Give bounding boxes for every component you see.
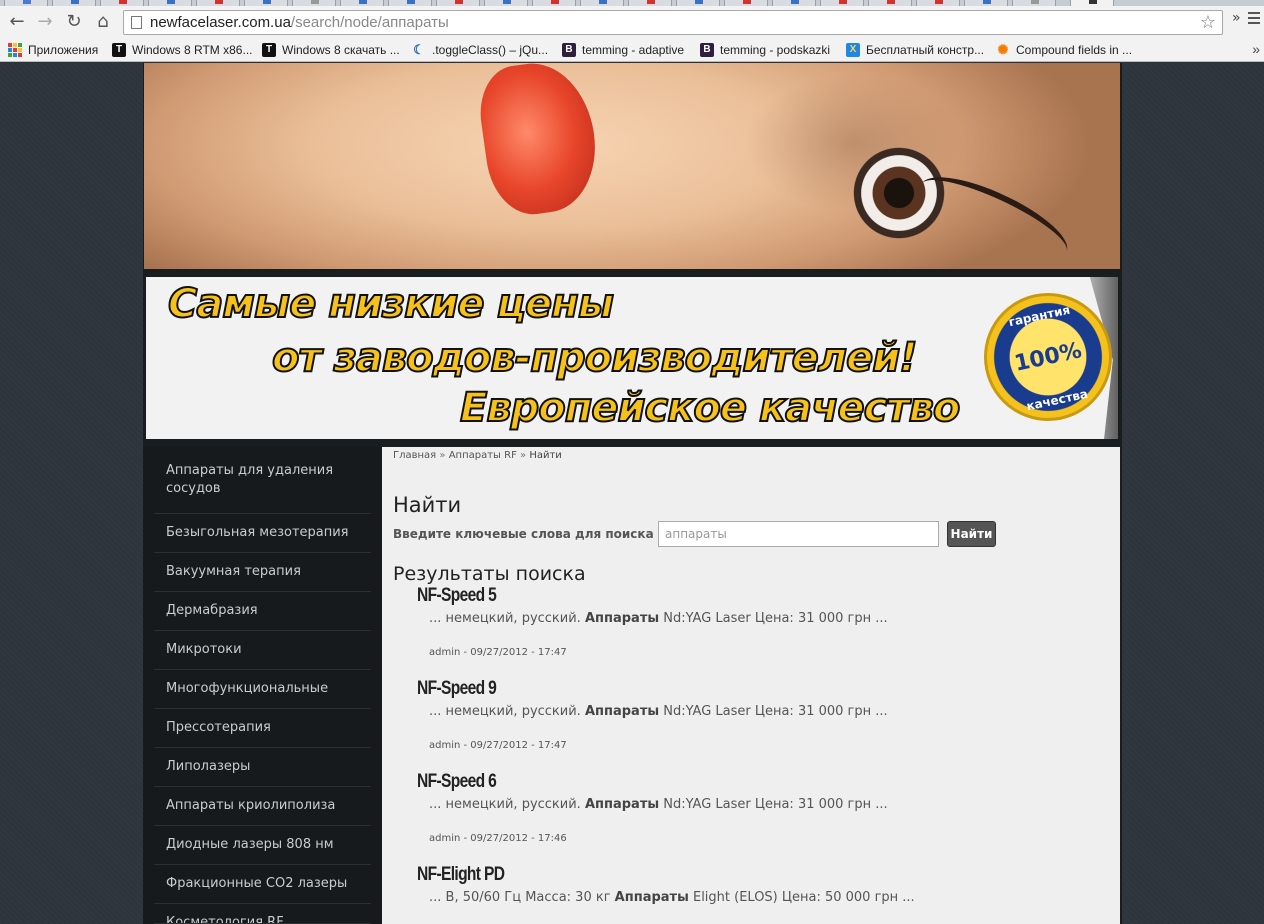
menu-icon[interactable] — [1248, 12, 1260, 27]
results-title: Результаты поиска — [393, 563, 586, 585]
sidebar-nav: Аппараты для удаления сосудов Безыгольна… — [143, 447, 382, 924]
b-logo-icon: B — [700, 43, 714, 57]
extensions-overflow[interactable]: » — [1232, 10, 1241, 26]
back-arrow-icon[interactable]: ← — [5, 10, 29, 34]
url-text[interactable]: newfacelaser.com.ua/search/node/аппараты — [150, 14, 449, 31]
result-title-link[interactable]: NF-Elight PD — [417, 864, 505, 886]
sidebar-item[interactable]: Диодные лазеры 808 нм — [154, 826, 371, 865]
seal-value: 100% — [1012, 337, 1084, 377]
main-content: Главная » Аппараты RF » Найти Найти Введ… — [382, 447, 1120, 924]
page-container: Самые низкие цены от заводов-производите… — [143, 63, 1122, 924]
breadcrumb-current: Найти — [529, 450, 562, 461]
bookmark-item[interactable]: ☾ .toggleClass() – jQu... — [412, 42, 548, 58]
seal-top-text: гарантия — [1007, 302, 1072, 330]
breadcrumb: Главная » Аппараты RF » Найти — [393, 450, 562, 461]
sidebar-item[interactable]: Многофункциональные — [154, 670, 371, 709]
result-snippet: ... немецкий, русский. Аппараты Nd:YAG L… — [429, 797, 888, 812]
t-logo-icon: T — [112, 43, 126, 57]
home-icon[interactable]: ⌂ — [91, 10, 115, 34]
bookmarks-overflow[interactable]: » — [1252, 41, 1260, 57]
photo-lips — [474, 63, 604, 220]
result-meta: admin - 09/27/2012 - 17:47 — [429, 647, 567, 658]
result-snippet: ... немецкий, русский. Аппараты Nd:YAG L… — [429, 611, 888, 626]
search-label: Введите ключевые слова для поиска — [393, 527, 654, 541]
sidebar-item[interactable]: Фракционные CO2 лазеры — [154, 865, 371, 904]
breadcrumb-home[interactable]: Главная — [393, 450, 436, 461]
result-title-link[interactable]: NF-Speed 9 — [417, 678, 497, 700]
web-page: Самые низкие цены от заводов-производите… — [0, 63, 1264, 924]
jquery-icon: ☾ — [413, 42, 425, 57]
promo-line-2: от заводов-производителей! — [271, 334, 918, 382]
search-result: NF-Elight PD ... В, 50/60 Гц Масса: 30 к… — [417, 864, 1107, 905]
browser-toolbar: ← → ↻ ⌂ newfacelaser.com.ua/search/node/… — [0, 6, 1264, 38]
promo-line-3: Европейское качество — [459, 384, 961, 432]
breadcrumb-sep: » — [439, 450, 446, 461]
sidebar-item[interactable]: Прессотерапия — [154, 709, 371, 748]
sidebar-item[interactable]: Микротоки — [154, 631, 371, 670]
result-title-link[interactable]: NF-Speed 5 — [417, 585, 497, 607]
bookmark-item[interactable]: X Бесплатный констр... — [846, 42, 984, 58]
search-button[interactable]: Найти — [947, 521, 996, 547]
bookmarks-bar: Приложения T Windows 8 RTM x86... T Wind… — [0, 38, 1264, 62]
search-input[interactable] — [658, 521, 939, 547]
sidebar-item[interactable]: Липолазеры — [154, 748, 371, 787]
star-icon[interactable]: ☆ — [1200, 12, 1216, 33]
sidebar-item[interactable]: Аппараты криолиполиза — [154, 787, 371, 826]
promo-line-1: Самые низкие цены — [167, 280, 615, 328]
guarantee-seal-icon: гарантия 100% качества — [972, 281, 1118, 433]
bookmark-item[interactable]: B temming - podskazki — [700, 42, 830, 58]
promo-banner[interactable]: Самые низкие цены от заводов-производите… — [144, 275, 1120, 441]
sidebar-item[interactable]: Вакуумная терапия — [154, 553, 371, 592]
seal-bottom-text: качества — [1025, 386, 1090, 414]
sidebar-item[interactable]: Дермабразия — [154, 592, 371, 631]
page-icon — [131, 16, 142, 29]
photo-lash — [910, 161, 1078, 269]
header-photo — [144, 63, 1120, 269]
bookmark-item[interactable]: ✺ Compound fields in ... — [996, 42, 1133, 58]
drupal-icon: ✺ — [997, 42, 1009, 57]
t-logo-icon: T — [262, 43, 276, 57]
breadcrumb-section[interactable]: Аппараты RF — [449, 450, 517, 461]
reload-icon[interactable]: ↻ — [62, 10, 86, 34]
sidebar-item[interactable]: Безыгольная мезотерапия — [154, 514, 371, 553]
bookmark-item[interactable]: T Windows 8 скачать ... — [262, 42, 400, 58]
result-meta: admin - 09/27/2012 - 17:46 — [429, 833, 567, 844]
apps-grid-icon — [8, 43, 22, 57]
breadcrumb-sep: » — [520, 450, 527, 461]
search-result: NF-Speed 5 ... немецкий, русский. Аппара… — [417, 585, 1107, 658]
sidebar-item[interactable]: Косметология RF — [154, 904, 371, 924]
sidebar-item[interactable]: Аппараты для удаления сосудов — [154, 447, 371, 514]
bookmark-apps[interactable]: Приложения — [8, 42, 98, 58]
bookmark-item[interactable]: B temming - adaptive — [562, 42, 684, 58]
result-title-link[interactable]: NF-Speed 6 — [417, 771, 497, 793]
result-snippet: ... немецкий, русский. Аппараты Nd:YAG L… — [429, 704, 888, 719]
search-result: NF-Speed 6 ... немецкий, русский. Аппара… — [417, 771, 1107, 844]
forward-arrow-icon[interactable]: → — [33, 10, 57, 34]
address-bar[interactable]: newfacelaser.com.ua/search/node/аппараты… — [123, 10, 1223, 35]
page-title: Найти — [393, 493, 462, 517]
b-logo-icon: B — [562, 43, 576, 57]
bookmark-item[interactable]: T Windows 8 RTM x86... — [112, 42, 252, 58]
x-logo-icon: X — [846, 43, 860, 57]
result-meta: admin - 09/27/2012 - 17:47 — [429, 740, 567, 751]
result-snippet: ... В, 50/60 Гц Масса: 30 кг Аппараты El… — [429, 890, 915, 905]
search-result: NF-Speed 9 ... немецкий, русский. Аппара… — [417, 678, 1107, 751]
